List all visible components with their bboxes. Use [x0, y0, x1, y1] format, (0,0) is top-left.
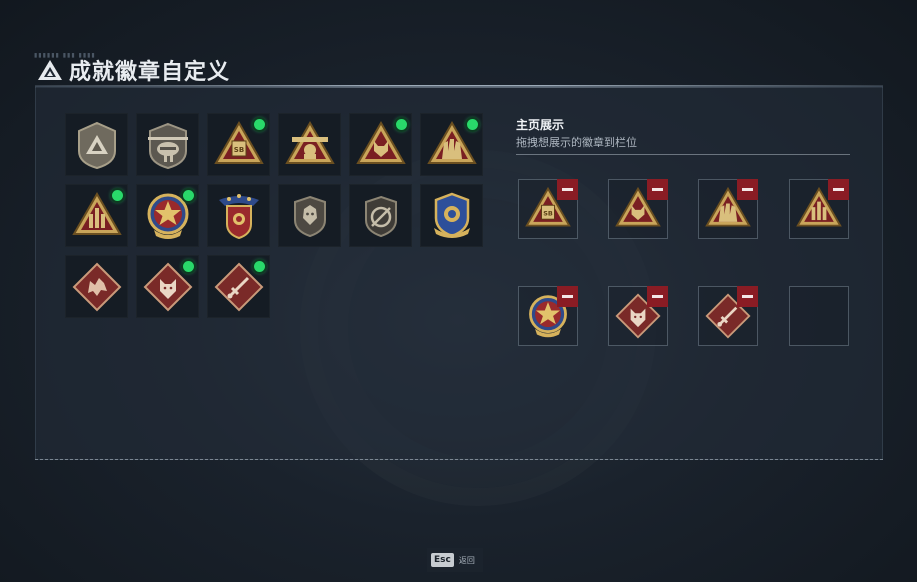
esc-key-icon: Esc: [431, 553, 454, 567]
equipped-indicator: [254, 261, 265, 272]
badge-slot[interactable]: [349, 113, 412, 176]
badge-slot[interactable]: [278, 113, 341, 176]
equipped-indicator: [183, 190, 194, 201]
showcase-slot[interactable]: [698, 286, 758, 346]
showcase-title: 主页展示: [516, 118, 565, 132]
showcase-slot[interactable]: SB: [518, 179, 578, 239]
badge-slot[interactable]: [136, 113, 199, 176]
grey-shield-triangle-badge-icon: [77, 121, 116, 169]
badge-slot[interactable]: [65, 184, 128, 247]
remove-badge-button[interactable]: [828, 179, 849, 200]
remove-badge-button[interactable]: [737, 179, 758, 200]
badge-slot[interactable]: [207, 184, 270, 247]
badge-slot[interactable]: [420, 184, 483, 247]
page-title: 成就徽章自定义: [69, 60, 231, 85]
svg-text:SB: SB: [233, 146, 243, 154]
grey-slash-shield-badge-icon: [364, 195, 397, 237]
equipped-indicator: [183, 261, 194, 272]
grey-lion-shield-badge-icon: [293, 195, 326, 237]
badge-slot[interactable]: [207, 255, 270, 318]
remove-badge-button[interactable]: [557, 286, 578, 307]
panel-bottom-border: [35, 459, 883, 461]
back-label: 返回: [458, 555, 475, 565]
badge-slot[interactable]: [136, 184, 199, 247]
badge-slot[interactable]: SB: [207, 113, 270, 176]
badge-slot[interactable]: [65, 255, 128, 318]
page-header: 成就徽章自定义: [37, 55, 230, 85]
equipped-indicator: [254, 119, 265, 130]
red-dragon-diamond-badge-icon: [72, 262, 121, 311]
winged-shield-stars-badge-icon: [218, 193, 259, 239]
showcase-slot[interactable]: [789, 179, 849, 239]
badge-slot[interactable]: [420, 113, 483, 176]
back-button[interactable]: Esc 返回: [427, 548, 483, 572]
showcase-slot[interactable]: [608, 286, 668, 346]
blue-ornate-shield-badge-icon: [433, 192, 470, 238]
badge-slot[interactable]: [349, 184, 412, 247]
showcase-slot-empty[interactable]: [789, 286, 849, 346]
remove-badge-button[interactable]: [647, 286, 668, 307]
equipped-indicator: [112, 190, 123, 201]
remove-badge-button[interactable]: [737, 286, 758, 307]
equipped-indicator: [467, 119, 478, 130]
showcase-slot[interactable]: [698, 179, 758, 239]
badge-slot[interactable]: [278, 184, 341, 247]
showcase-slot[interactable]: [608, 179, 668, 239]
grey-helicopter-badge-icon: [147, 122, 188, 169]
svg-text:SB: SB: [543, 209, 553, 217]
equipped-indicator: [396, 119, 407, 130]
gold-rifle-triangle-badge-icon: [284, 120, 335, 164]
showcase-divider: [516, 154, 850, 155]
remove-badge-button[interactable]: [647, 179, 668, 200]
badge-collection-grid: SB: [65, 113, 483, 318]
badge-slot[interactable]: [136, 255, 199, 318]
delta-logo-icon: [38, 60, 62, 80]
showcase-subtitle: 拖拽想展示的徽章到栏位: [516, 136, 637, 149]
badge-slot[interactable]: [65, 113, 128, 176]
remove-badge-button[interactable]: [557, 179, 578, 200]
showcase-slot[interactable]: [518, 286, 578, 346]
